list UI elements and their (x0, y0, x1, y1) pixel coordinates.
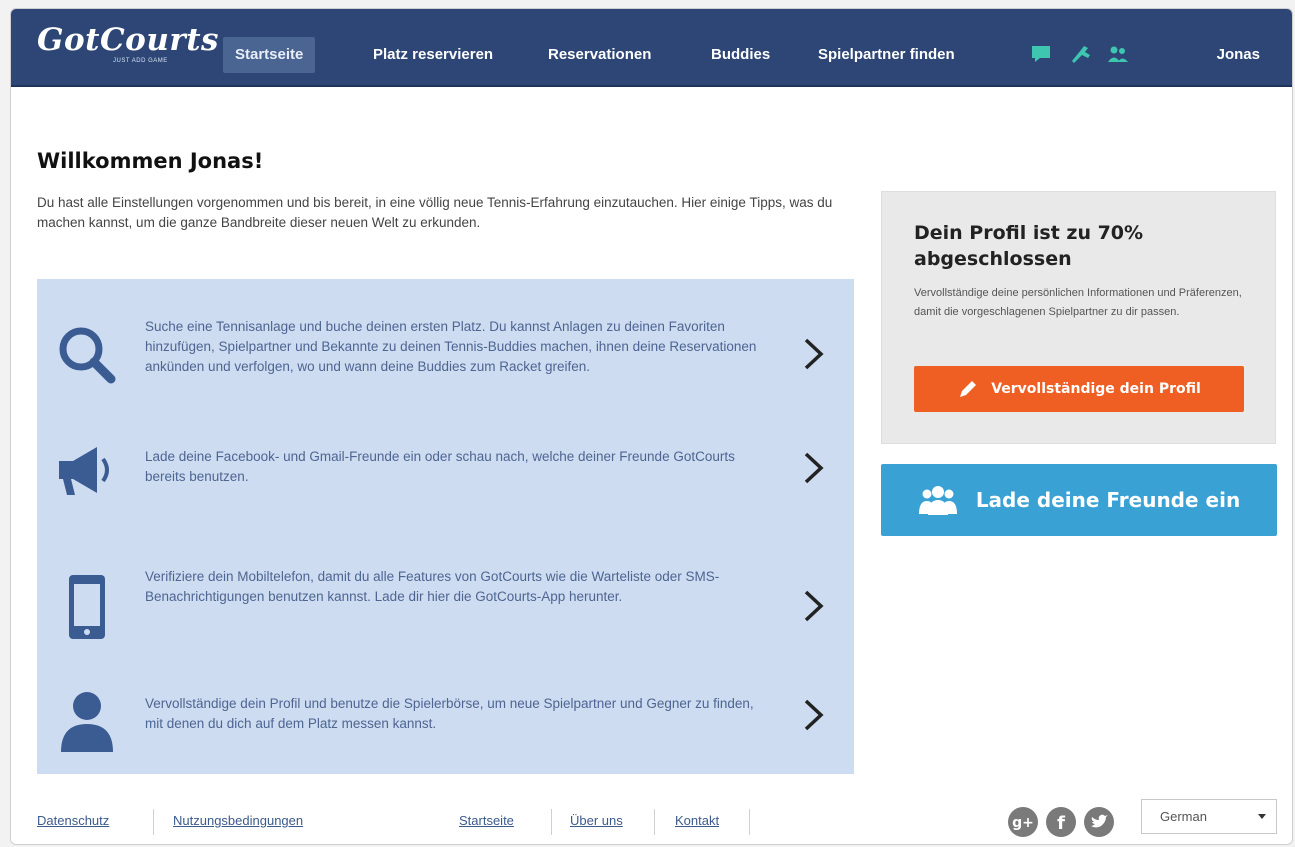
mobile-phone-icon (51, 571, 123, 643)
twitter-icon[interactable] (1084, 807, 1114, 837)
footer-divider (749, 809, 750, 835)
complete-profile-button[interactable]: Vervollständige dein Profil (914, 366, 1244, 412)
group-icon (918, 486, 957, 515)
tip-text: Lade deine Facebook- und Gmail-Freunde e… (145, 449, 735, 484)
app-window: GotCourts JUST ADD GAME Startseite Platz… (10, 8, 1293, 845)
facebook-icon[interactable]: f (1046, 807, 1076, 837)
chevron-right-icon[interactable] (801, 698, 827, 732)
footer: Datenschutz Nutzungsbedingungen Startsei… (11, 799, 1292, 844)
invite-friends-button-label: Lade deine Freunde ein (975, 488, 1241, 512)
footer-link-nutzungsbedingungen[interactable]: Nutzungsbedingungen (173, 813, 303, 828)
search-icon (51, 319, 123, 391)
nav-reservationen[interactable]: Reservationen (536, 37, 663, 73)
footer-divider (654, 809, 655, 835)
tip-text: Vervollständige dein Profil und benutze … (145, 696, 754, 731)
profile-completion-description: Vervollständige deine persönlichen Infor… (914, 287, 1242, 318)
chevron-right-icon[interactable] (801, 337, 827, 371)
notification-icon[interactable] (1069, 41, 1093, 67)
profile-completion-card: Dein Profil ist zu 70% abgeschlossen Ver… (881, 191, 1276, 444)
footer-divider (153, 809, 154, 835)
logo-tagline: JUST ADD GAME (113, 58, 168, 64)
chevron-right-icon[interactable] (801, 451, 827, 485)
nav-platz-reservieren[interactable]: Platz reservieren (361, 37, 505, 73)
logo-text: GotCourts (37, 22, 219, 58)
footer-link-datenschutz[interactable]: Datenschutz (37, 813, 109, 828)
profile-completion-title: Dein Profil ist zu 70% abgeschlossen (914, 222, 1144, 270)
language-select[interactable]: German (1141, 799, 1277, 834)
chat-icon[interactable] (1029, 41, 1053, 67)
top-navbar: GotCourts JUST ADD GAME Startseite Platz… (11, 9, 1292, 87)
nav-spielpartner-finden[interactable]: Spielpartner finden (806, 37, 967, 73)
logo[interactable]: GotCourts JUST ADD GAME (37, 22, 219, 64)
footer-link-startseite[interactable]: Startseite (459, 813, 514, 828)
svg-text:g+: g+ (1012, 815, 1034, 831)
chevron-right-icon[interactable] (801, 589, 827, 623)
tip-invite-friends[interactable]: Lade deine Facebook- und Gmail-Freunde e… (37, 429, 854, 539)
nav-buddies[interactable]: Buddies (699, 37, 782, 73)
svg-text:f: f (1057, 813, 1065, 834)
tip-book-court[interactable]: Suche eine Tennisanlage und buche deinen… (37, 297, 854, 407)
language-select-value: German (1160, 809, 1207, 824)
megaphone-icon (51, 435, 123, 507)
footer-link-kontakt[interactable]: Kontakt (675, 813, 719, 828)
nav-startseite[interactable]: Startseite (223, 37, 316, 73)
invite-friends-button[interactable]: Lade deine Freunde ein (881, 464, 1277, 536)
footer-link-ueber-uns[interactable]: Über uns (570, 813, 623, 828)
tips-panel: Suche eine Tennisanlage und buche deinen… (37, 279, 854, 774)
google-plus-icon[interactable]: g+ (1008, 807, 1038, 837)
tip-text: Suche eine Tennisanlage und buche deinen… (145, 319, 757, 374)
tip-complete-profile[interactable]: Vervollständige dein Profil und benutze … (37, 674, 854, 784)
pencil-icon (960, 381, 977, 397)
chevron-down-icon (1258, 814, 1266, 819)
complete-profile-button-label: Vervollständige dein Profil (991, 381, 1201, 397)
person-icon (51, 684, 123, 756)
tip-text: Verifiziere dein Mobiltelefon, damit du … (145, 569, 720, 604)
buddies-icon[interactable] (1106, 41, 1130, 67)
footer-divider (551, 809, 552, 835)
tip-verify-phone[interactable]: Verifiziere dein Mobiltelefon, damit du … (37, 559, 854, 669)
user-menu[interactable]: Jonas (1217, 37, 1260, 73)
page-title: Willkommen Jonas! (37, 149, 264, 173)
intro-text: Du hast alle Einstellungen vorgenommen u… (37, 195, 833, 230)
